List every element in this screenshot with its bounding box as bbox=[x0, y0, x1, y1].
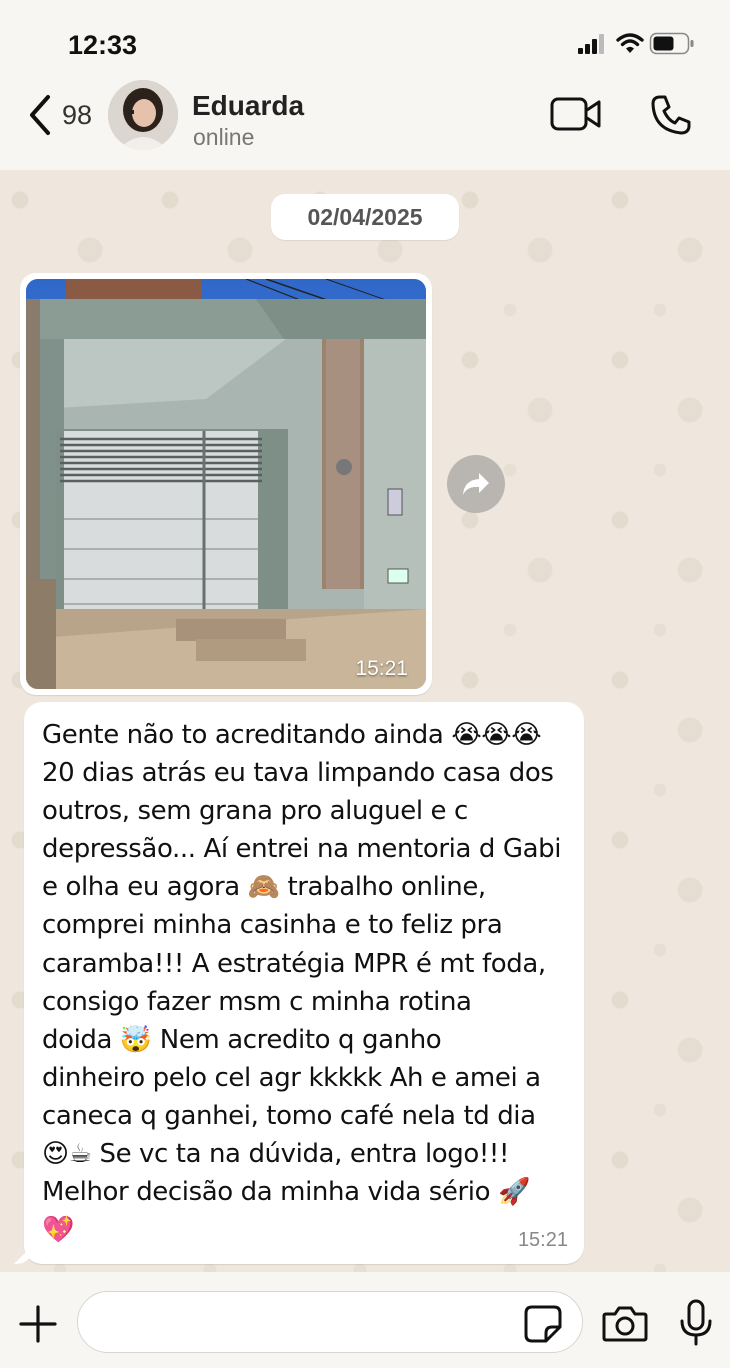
message-time: 15:21 bbox=[355, 657, 408, 680]
wifi-icon bbox=[616, 33, 644, 53]
avatar[interactable] bbox=[108, 80, 178, 150]
contact-name[interactable]: Eduarda bbox=[192, 90, 304, 122]
camera-button[interactable] bbox=[602, 1304, 648, 1344]
chat-header: 98 Eduarda online bbox=[0, 80, 730, 170]
back-button[interactable]: 98 bbox=[26, 92, 106, 138]
unread-count: 98 bbox=[62, 99, 93, 130]
phone-icon bbox=[651, 95, 691, 135]
signal-icon bbox=[578, 34, 604, 54]
text-message[interactable]: Gente não to acreditando ainda 😭😭😭 20 di… bbox=[24, 702, 584, 1264]
forward-icon bbox=[463, 473, 489, 495]
chevron-left-icon bbox=[30, 95, 50, 135]
date-separator: 02/04/2025 bbox=[271, 194, 459, 240]
status-time: 12:33 bbox=[68, 30, 138, 60]
status-bar: 12:33 bbox=[0, 0, 730, 80]
plus-icon bbox=[19, 1305, 57, 1343]
sticker-icon bbox=[524, 1305, 562, 1343]
video-call-button[interactable] bbox=[550, 96, 602, 132]
message-text: Gente não to acreditando ainda 😭😭😭 20 di… bbox=[42, 720, 562, 1246]
contact-status: online bbox=[193, 124, 255, 150]
image-message[interactable]: 15:21 bbox=[20, 273, 432, 695]
message-time: 15:21 bbox=[517, 1229, 568, 1251]
battery-icon bbox=[649, 32, 694, 55]
voice-call-button[interactable] bbox=[650, 94, 692, 136]
status-icons bbox=[578, 32, 696, 56]
message-input[interactable] bbox=[77, 1291, 583, 1353]
video-camera-icon bbox=[550, 97, 601, 131]
avatar-image bbox=[108, 80, 178, 150]
camera-icon bbox=[602, 1306, 648, 1342]
sticker-button[interactable] bbox=[524, 1305, 562, 1343]
attach-button[interactable] bbox=[18, 1304, 58, 1344]
microphone-button[interactable] bbox=[678, 1299, 714, 1347]
house-photo bbox=[26, 279, 426, 689]
composer-bar bbox=[0, 1272, 730, 1368]
forward-button[interactable] bbox=[447, 455, 505, 513]
message-photo[interactable]: 15:21 bbox=[26, 279, 426, 689]
chat-area[interactable]: 02/04/2025 15:21 Gente não to acreditand… bbox=[0, 170, 730, 1272]
microphone-icon bbox=[680, 1299, 712, 1346]
